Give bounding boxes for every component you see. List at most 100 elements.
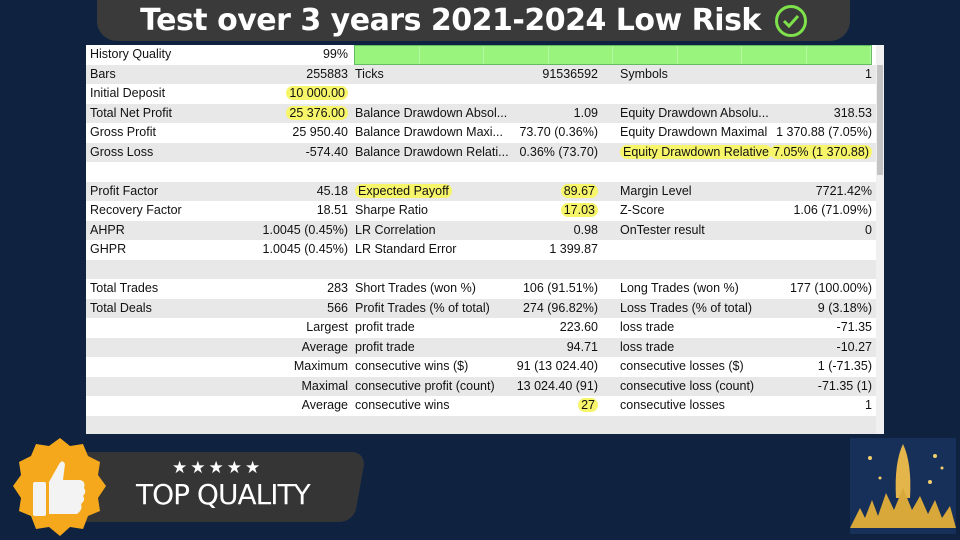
cell-value: 45.18 [317,182,348,202]
cell-text: Average [301,398,348,412]
backtest-report-table: History Quality 99% Bars 255883 Ticks 91536… [86,45,884,434]
cell-value: 91536592 [542,65,598,85]
cell-text: OnTester result [620,222,705,237]
table-row: Initial Deposit 10 000.00 [86,84,876,104]
cell-text: -71.35 [836,320,872,334]
cell-text: 7721.42% [815,183,872,198]
cell-label: Ticks [355,65,384,85]
cell-text: 13 024.40 (91) [516,378,598,393]
cell-text: profit trade [355,320,415,334]
cell-label: Sharpe Ratio [355,201,428,221]
cell-value: 25 950.40 [292,123,348,143]
cell-label: Recovery Factor [90,201,182,221]
cell-value: 0.98 [574,221,598,241]
cell-text: 91 (13 024.40) [516,359,598,373]
table-row: Profit Factor 45.18 Expected Payoff 89.67 Ma… [86,181,876,202]
table-row: Gross Loss -574.40 Balance Drawdown Relati… [86,142,876,163]
table-row: Recovery Factor 18.51 Sharpe Ratio 17.03 Z-S… [86,201,876,221]
cell-text: 18.51 [316,203,348,217]
cell-text: Margin Level [620,183,692,198]
table-row-history-quality: History Quality 99% [86,45,876,65]
cell-text: 10 000.00 [286,86,348,100]
cell-label: Gross Profit [90,123,156,143]
cell-value: 283 [327,279,348,299]
table-row: AHPR 1.0045 (0.45%) LR Correlation 0.98 OnTe… [86,220,876,241]
cell-text: Total Net Profit [90,105,172,120]
cell-label: Z-Score [620,201,664,221]
cell-label: GHPR [90,240,126,260]
cell-label: Loss Trades (% of total) [620,299,752,319]
table-row: Total Deals 566 Profit Trades (% of total)… [86,298,876,319]
cell-label: Profit Factor [90,182,158,202]
cell-text: Bars [90,66,116,81]
cell-text: Balance Drawdown Maxi... [355,125,503,139]
cell-text: -10.27 [836,339,872,354]
cell-text: 1.0045 (0.45%) [262,242,348,256]
rating-stars: ★★★★★ [172,458,264,477]
cell-text: 1 (-71.35) [817,359,872,373]
scrollbar[interactable] [876,45,884,434]
cell-label: Equity Drawdown Relative [620,143,772,163]
cell-value: 0.36% (73.70) [519,143,598,163]
cell-value: 13 024.40 (91) [517,377,598,397]
cell-label: Equity Drawdown Absolu... [620,104,769,124]
cell-text: consecutive losses [620,398,725,412]
cell-label: Bars [90,65,116,85]
cell-text: Profit Factor [90,183,159,198]
cell-label: Total Net Profit [90,104,172,124]
cell-label: loss trade [620,338,674,358]
cell-text: 566 [327,300,348,315]
cell-value: 255883 [306,65,348,85]
cell-label: Balance Drawdown Absol... [355,104,507,124]
cell-text: Loss Trades (% of total) [620,300,753,315]
cell-text: 27 [578,398,598,412]
cell-value: 7721.42% [816,182,872,202]
table-row: Bars 255883 Ticks 91536592 Symbols 1 [86,64,876,85]
cell-value: 177 (100.00%) [790,279,872,299]
cell-value: Maximal [301,377,348,397]
cell-label: LR Correlation [355,221,436,241]
title-banner: Test over 3 years 2021-2024 Low Risk [97,0,850,41]
cell-value: -71.35 (1) [818,377,872,397]
page-title: Test over 3 years 2021-2024 Low Risk [140,3,761,38]
table-row [86,415,876,434]
cell-text: 25 950.40 [292,125,348,139]
cell-value: 91 (13 024.40) [517,357,598,377]
cell-text: 223.60 [559,320,598,334]
cell-text: 1.0045 (0.45%) [262,222,348,237]
cell-value: -574.40 [306,143,348,163]
cell-label: profit trade [355,338,415,358]
cell-text: Z-Score [620,203,665,217]
table-row: Total Net Profit 25 376.00 Balance Drawdow… [86,103,876,124]
rocket-logo [850,438,956,534]
cell-text: Short Trades (won %) [355,281,476,295]
cell-text: 91536592 [542,66,598,81]
cell-value: 10 000.00 [286,84,348,104]
cell-label: Total Deals [90,299,152,319]
cell-text: 9 (3.18%) [817,300,872,315]
scrollbar-thumb[interactable] [877,65,883,175]
cell-value: 73.70 (0.36%) [519,123,598,143]
cell-label: consecutive losses ($) [620,357,744,377]
cell-label: Short Trades (won %) [355,279,476,299]
cell-text: 0.98 [573,222,598,237]
check-circle-icon [774,4,807,37]
cell-text: consecutive loss (count) [620,378,755,393]
cell-text: Equity Drawdown Maximal [620,125,768,139]
cell-text: Balance Drawdown Absol... [355,105,508,120]
cell-text: LR Correlation [355,222,436,237]
cell-text: Initial Deposit [90,86,166,100]
cell-label: Equity Drawdown Maximal [620,123,767,143]
cell-text: 255883 [306,66,348,81]
cell-label: Margin Level [620,182,692,202]
cell-text: 318.53 [833,105,872,120]
cell-text: 73.70 (0.36%) [519,125,598,139]
table-row: Total Trades 283 Short Trades (won %) 106 (… [86,279,876,299]
cell-text: Maximum [293,359,348,373]
cell-value: 318.53 [834,104,872,124]
cell-label: profit trade [355,318,415,338]
cell-text: 1.06 (71.09%) [793,203,872,217]
cell-text: 1 [865,398,872,412]
cell-text: Maximal [301,378,348,393]
cell-value: 25 376.00 [286,104,348,124]
